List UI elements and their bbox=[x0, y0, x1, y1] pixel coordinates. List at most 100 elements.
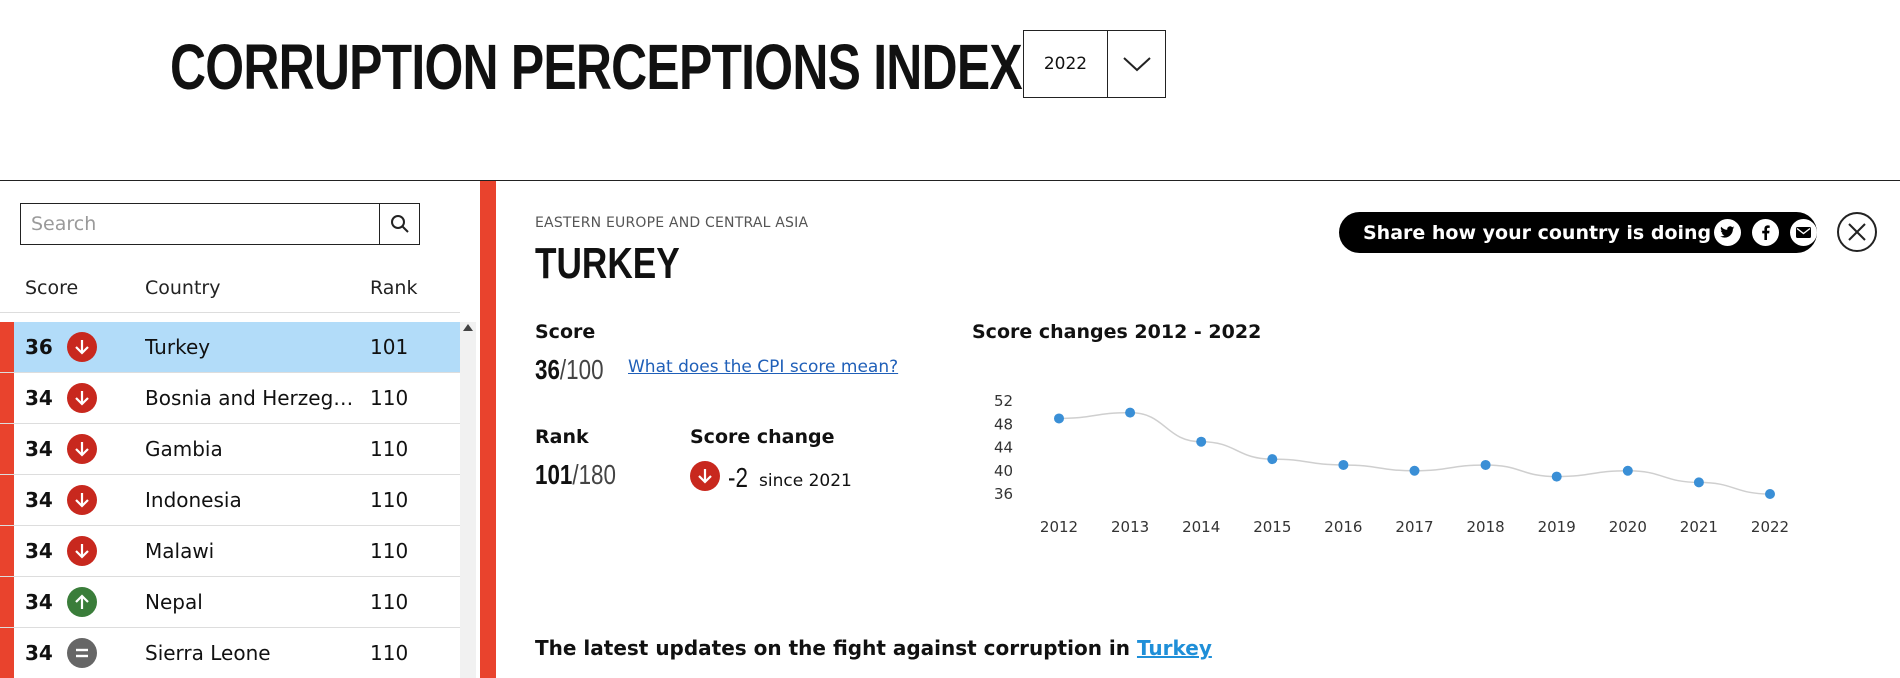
row-score: 34 bbox=[25, 386, 53, 410]
column-header-country[interactable]: Country bbox=[145, 277, 220, 299]
list-item[interactable]: 34 Bosnia and Herzegov... 110 bbox=[0, 373, 460, 424]
search-box bbox=[20, 203, 420, 245]
close-button[interactable] bbox=[1837, 212, 1877, 252]
news-heading-text: The latest updates on the fight against … bbox=[535, 636, 1130, 660]
data-point[interactable] bbox=[1054, 413, 1064, 424]
country-list-panel: Score Country Rank 36 Turkey 101 34 Bosnia a… bbox=[0, 181, 480, 678]
data-point[interactable] bbox=[1765, 489, 1775, 499]
year-dropdown[interactable]: 2022 bbox=[1023, 30, 1166, 98]
row-score: 34 bbox=[25, 641, 53, 665]
score-number: 36 bbox=[535, 354, 560, 385]
row-score: 36 bbox=[25, 335, 53, 359]
rank-max: /180 bbox=[572, 459, 616, 490]
search-input[interactable] bbox=[21, 204, 379, 244]
data-point[interactable] bbox=[1693, 477, 1704, 488]
arrow-down-icon bbox=[690, 461, 720, 491]
equal-icon bbox=[67, 638, 97, 668]
row-rank: 110 bbox=[370, 539, 409, 563]
scroll-up-arrow-icon[interactable] bbox=[463, 324, 473, 331]
score-change-value: -2 bbox=[728, 462, 748, 493]
data-point[interactable] bbox=[1480, 459, 1491, 470]
row-accent-bar bbox=[0, 424, 14, 474]
data-point[interactable] bbox=[1409, 465, 1420, 476]
arrow-down-icon bbox=[67, 383, 97, 413]
list-item[interactable]: 34 Nepal 110 bbox=[0, 577, 460, 628]
y-tick-label: 36 bbox=[994, 485, 1013, 503]
list-item[interactable]: 34 Gambia 110 bbox=[0, 424, 460, 475]
list-scrollbar[interactable] bbox=[460, 322, 476, 678]
twitter-icon[interactable] bbox=[1714, 219, 1741, 246]
share-bar: Share how your country is doing bbox=[1339, 212, 1817, 253]
row-rank: 110 bbox=[370, 488, 409, 512]
row-country: Sierra Leone bbox=[145, 641, 271, 665]
row-rank: 110 bbox=[370, 437, 409, 461]
rank-value: 101/180 bbox=[535, 459, 616, 491]
chevron-down-icon[interactable] bbox=[1108, 31, 1165, 97]
site-header: CORRUPTION PERCEPTIONS INDEX 2022 bbox=[0, 0, 1900, 181]
arrow-down-icon bbox=[67, 434, 97, 464]
x-tick-label: 2021 bbox=[1680, 518, 1718, 536]
score-change-since: since 2021 bbox=[759, 471, 852, 491]
score-value: 36/100 bbox=[535, 354, 604, 386]
share-text: Share how your country is doing bbox=[1363, 221, 1712, 244]
series-line bbox=[1058, 411, 1771, 495]
chart-title: Score changes 2012 - 2022 bbox=[972, 321, 1262, 343]
row-country: Indonesia bbox=[145, 488, 242, 512]
country-title: TURKEY bbox=[535, 239, 680, 288]
data-point[interactable] bbox=[1622, 465, 1633, 476]
row-accent-bar bbox=[0, 526, 14, 576]
data-point[interactable] bbox=[1196, 436, 1207, 447]
list-item[interactable]: 34 Indonesia 110 bbox=[0, 475, 460, 526]
facebook-icon[interactable] bbox=[1752, 219, 1779, 246]
row-country: Nepal bbox=[145, 590, 203, 614]
row-score: 34 bbox=[25, 539, 53, 563]
list-item[interactable]: 36 Turkey 101 bbox=[0, 322, 460, 373]
arrow-up-icon bbox=[67, 587, 97, 617]
arrow-down-icon bbox=[67, 332, 97, 362]
search-icon bbox=[390, 215, 409, 233]
row-score: 34 bbox=[25, 488, 53, 512]
x-tick-label: 2013 bbox=[1111, 518, 1149, 536]
rank-number: 101 bbox=[535, 459, 573, 490]
email-icon[interactable] bbox=[1790, 219, 1817, 246]
row-accent-bar bbox=[0, 577, 14, 627]
data-point[interactable] bbox=[1267, 454, 1278, 465]
x-tick-label: 2022 bbox=[1751, 518, 1789, 536]
row-score: 34 bbox=[25, 590, 53, 614]
arrow-down-icon bbox=[67, 536, 97, 566]
country-list: 36 Turkey 101 34 Bosnia and Herzegov... 110 34… bbox=[0, 322, 460, 678]
x-tick-label: 2012 bbox=[1040, 518, 1078, 536]
row-country: Bosnia and Herzegov... bbox=[145, 386, 360, 410]
data-point[interactable] bbox=[1551, 471, 1562, 482]
x-tick-label: 2020 bbox=[1609, 518, 1647, 536]
x-tick-label: 2015 bbox=[1253, 518, 1291, 536]
news-heading: The latest updates on the fight against … bbox=[535, 636, 1212, 660]
accent-divider bbox=[480, 181, 496, 678]
news-country-link[interactable]: Turkey bbox=[1137, 636, 1212, 660]
row-country: Turkey bbox=[145, 335, 211, 359]
row-accent-bar bbox=[0, 475, 14, 525]
row-rank: 110 bbox=[370, 590, 409, 614]
x-tick-label: 2014 bbox=[1182, 518, 1220, 536]
data-point[interactable] bbox=[1125, 407, 1136, 418]
score-change-label: Score change bbox=[690, 426, 835, 448]
row-accent-bar bbox=[0, 322, 14, 372]
rank-label: Rank bbox=[535, 426, 589, 448]
y-tick-label: 52 bbox=[994, 392, 1013, 410]
search-button[interactable] bbox=[379, 204, 419, 244]
year-value: 2022 bbox=[1024, 31, 1108, 97]
column-header-score[interactable]: Score bbox=[25, 277, 78, 299]
close-icon bbox=[1848, 223, 1866, 241]
score-max: /100 bbox=[559, 354, 604, 385]
score-history-chart: 52 48 44 40 36 2012 2013 2014 2015 2016 2017 2018 20… bbox=[994, 392, 1789, 536]
data-point[interactable] bbox=[1338, 459, 1349, 470]
row-country: Malawi bbox=[145, 539, 215, 563]
list-item[interactable]: 34 Malawi 110 bbox=[0, 526, 460, 577]
cpi-score-link[interactable]: What does the CPI score mean? bbox=[628, 357, 898, 377]
region-label: EASTERN EUROPE AND CENTRAL ASIA bbox=[535, 215, 809, 231]
row-rank: 101 bbox=[370, 335, 409, 359]
column-header-rank[interactable]: Rank bbox=[370, 277, 417, 299]
list-item[interactable]: 34 Sierra Leone 110 bbox=[0, 628, 460, 678]
y-tick-label: 44 bbox=[994, 439, 1013, 457]
list-column-headers: Score Country Rank bbox=[0, 277, 460, 313]
